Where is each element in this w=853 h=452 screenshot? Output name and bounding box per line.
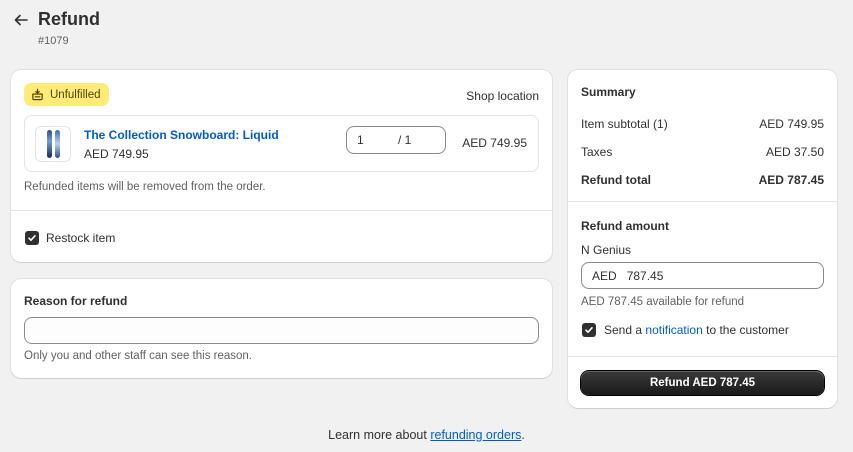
checkmark-icon	[28, 235, 36, 241]
summary-row-subtotal: Item subtotal (1) AED 749.95	[581, 117, 824, 131]
checkmark-icon	[585, 327, 593, 333]
product-thumbnail	[35, 126, 71, 162]
quantity-value[interactable]: 1	[357, 133, 364, 147]
learn-more-footer: Learn more about refunding orders.	[0, 428, 853, 442]
summary-row-value: AED 37.50	[765, 145, 824, 159]
reason-heading: Reason for refund	[24, 294, 128, 308]
notify-suffix: to the customer	[706, 323, 789, 337]
summary-row-label: Item subtotal (1)	[581, 117, 668, 131]
notify-customer-label[interactable]: Send a notification to the customer	[604, 323, 789, 337]
divider	[568, 356, 837, 357]
page-title: Refund	[38, 9, 100, 29]
summary-row-label: Refund total	[581, 173, 651, 187]
notify-prefix: Send a	[604, 323, 643, 337]
notify-customer-checkbox[interactable]	[582, 323, 596, 337]
back-arrow-icon[interactable]	[13, 12, 29, 28]
refund-amount-input[interactable]: AED 787.45	[581, 262, 824, 289]
refunding-orders-link[interactable]: refunding orders	[430, 428, 521, 442]
reason-note: Only you and other staff can see this re…	[24, 350, 253, 362]
product-price: AED 749.95	[84, 147, 149, 161]
refund-items-card: Unfulfilled Shop location The Collection…	[11, 70, 552, 262]
notification-link[interactable]: notification	[645, 323, 702, 337]
summary-row-label: Taxes	[581, 145, 613, 159]
summary-row-refund-total: Refund total AED 787.45	[581, 173, 824, 187]
product-title-link[interactable]: The Collection Snowboard: Liquid	[84, 128, 279, 142]
summary-row-value: AED 787.45	[758, 173, 824, 187]
reason-input[interactable]	[24, 317, 539, 344]
order-number: #1079	[38, 35, 69, 47]
available-amount-note: AED 787.45 available for refund	[581, 296, 745, 308]
refund-amount-value[interactable]: 787.45	[627, 269, 664, 283]
refund-items-note: Refunded items will be removed from the …	[24, 181, 266, 193]
quantity-input[interactable]: 1 / 1	[346, 126, 446, 154]
snowboard-image	[46, 130, 52, 158]
line-item-total: AED 749.95	[462, 136, 527, 150]
snowboard-image	[54, 130, 60, 158]
status-badge: Unfulfilled	[24, 83, 109, 106]
reason-card: Reason for refund Only you and other sta…	[11, 279, 552, 378]
refund-amount-heading: Refund amount	[581, 219, 669, 233]
learn-more-suffix: .	[521, 428, 525, 442]
location-label: Shop location	[466, 89, 539, 103]
restock-checkbox[interactable]	[25, 231, 39, 245]
restock-label[interactable]: Restock item	[46, 231, 115, 245]
line-item: The Collection Snowboard: Liquid AED 749…	[24, 115, 539, 172]
quantity-max: / 1	[398, 133, 412, 147]
summary-card: Summary Item subtotal (1) AED 749.95 Tax…	[568, 70, 837, 408]
refund-button[interactable]: Refund AED 787.45	[581, 371, 824, 395]
divider	[11, 210, 552, 211]
unfulfilled-icon	[32, 88, 43, 101]
summary-heading: Summary	[581, 85, 636, 99]
divider	[568, 201, 837, 202]
payment-gateway-label: N Genius	[581, 243, 632, 257]
status-badge-label: Unfulfilled	[50, 88, 101, 101]
summary-row-taxes: Taxes AED 37.50	[581, 145, 824, 159]
learn-more-prefix: Learn more about	[328, 428, 427, 442]
summary-row-value: AED 749.95	[759, 117, 824, 131]
currency-prefix: AED	[592, 268, 617, 283]
